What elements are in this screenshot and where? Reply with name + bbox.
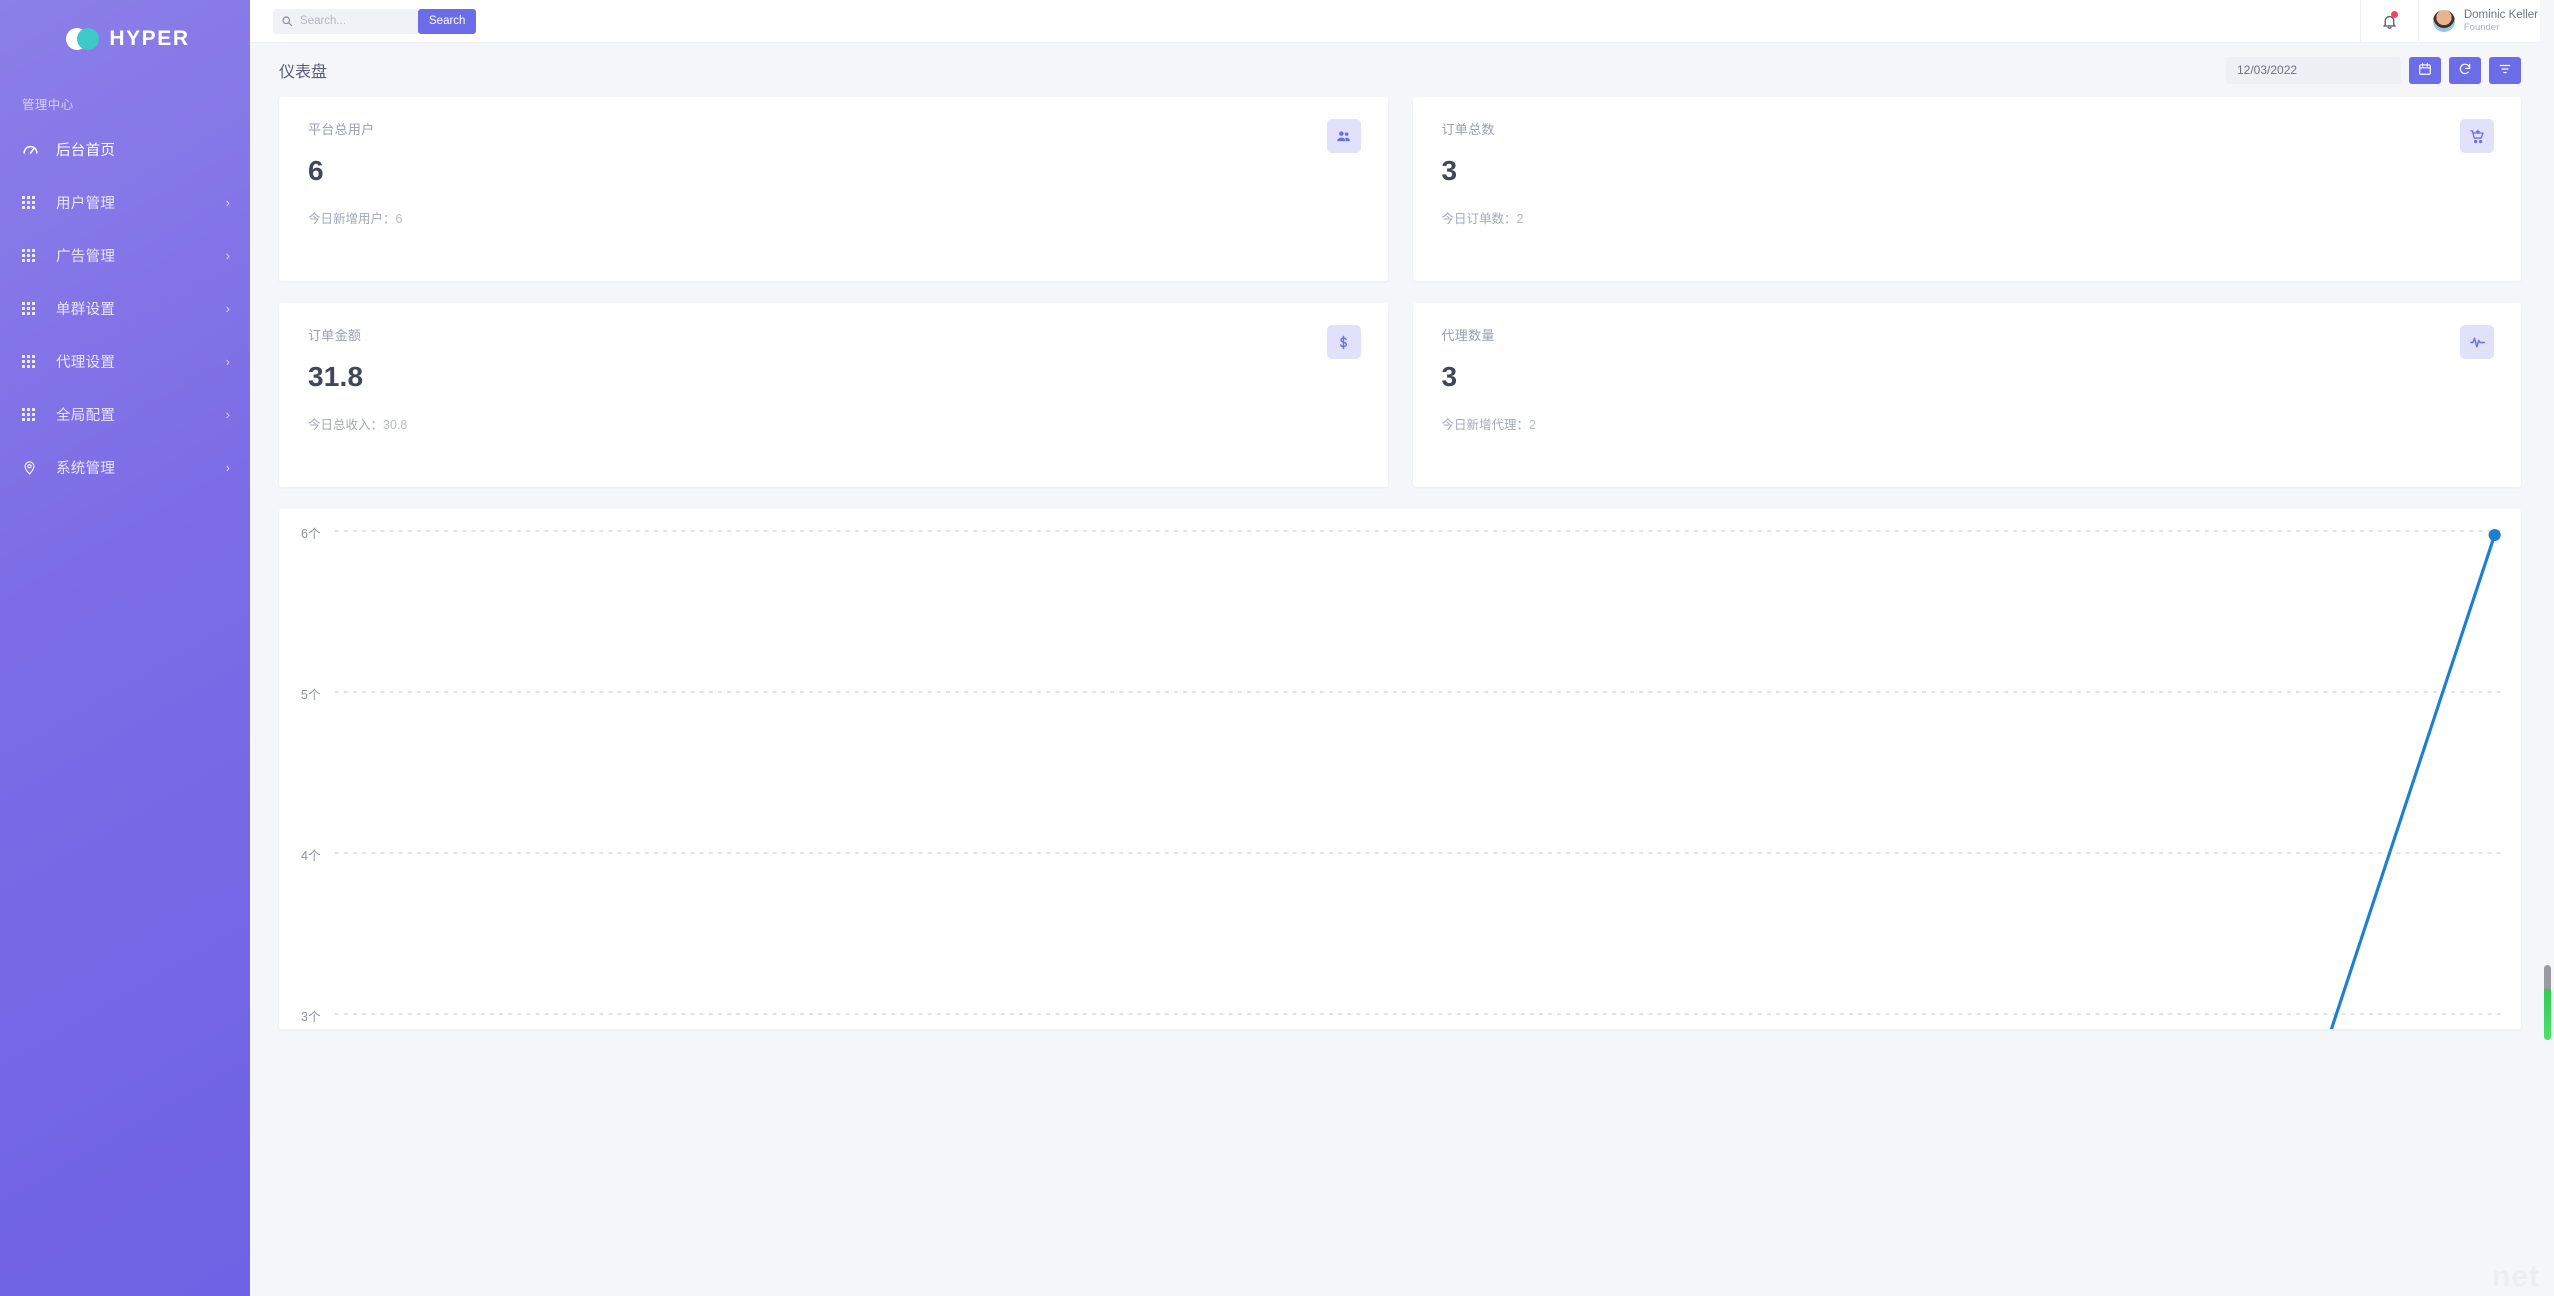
card-subtext: 今日新增代理：2 (1442, 414, 2496, 433)
search-group: Search (273, 8, 477, 34)
sidebar-item-dashboard[interactable]: 后台首页 (0, 123, 250, 176)
line-chart[interactable] (279, 509, 2521, 1029)
refresh-icon (2458, 62, 2472, 79)
dollar-icon (1326, 325, 1361, 359)
main-content: Search Dominic Keller Founder (250, 0, 2554, 1296)
chart-gridlines (334, 530, 2501, 1015)
topbar: Search Dominic Keller Founder (250, 0, 2554, 43)
stat-cards: 平台总用户 6 今日新增用户：6 订单总数 3 今日订单数：2 订单金额 31.… (250, 97, 2554, 487)
topbar-right: Dominic Keller Founder (2359, 0, 2554, 43)
grid-icon (22, 249, 44, 262)
sidebar-item-group-settings[interactable]: 单群设置 › (0, 282, 250, 335)
card-sub-value: 30.8 (383, 418, 408, 432)
card-label: 订单金额 (308, 328, 362, 343)
chevron-right-icon: › (225, 301, 230, 316)
chevron-right-icon: › (225, 248, 230, 263)
user-role: Founder (2463, 22, 2500, 34)
card-label: 代理数量 (1441, 328, 1495, 343)
sidebar-item-label: 代理设置 (56, 355, 116, 371)
y-tick-label: 5个 (301, 688, 321, 702)
notifications-button[interactable] (2359, 0, 2418, 43)
card-subtext: 今日总收入：30.8 (308, 414, 1362, 433)
sidebar-item-label: 系统管理 (56, 461, 116, 477)
chevron-right-icon: › (225, 460, 230, 475)
grid-icon (22, 408, 44, 421)
date-input[interactable]: 12/03/2022 (2226, 56, 2401, 84)
chart-series-line (2329, 529, 2501, 1029)
card-sub-label: 今日订单数： (1441, 212, 1517, 226)
card-value: 31.8 (308, 361, 364, 392)
user-name: Dominic Keller (2463, 8, 2538, 21)
card-value: 3 (1441, 361, 1458, 392)
card-label: 订单总数 (1441, 122, 1495, 137)
chevron-right-icon: › (225, 195, 230, 210)
page-header: 仪表盘 12/03/2022 (250, 43, 2554, 97)
page-title: 仪表盘 (279, 64, 328, 81)
search-input[interactable] (300, 15, 410, 27)
card-label: 平台总用户 (308, 122, 375, 137)
stat-card-total-users: 平台总用户 6 今日新增用户：6 (279, 97, 1388, 281)
sidebar-item-label: 广告管理 (56, 249, 116, 265)
card-sub-value: 2 (1516, 212, 1524, 226)
refresh-button[interactable] (2449, 56, 2481, 84)
filter-button[interactable] (2489, 56, 2521, 84)
brand-name: HYPER (109, 27, 190, 50)
sidebar: HYPER 管理中心 后台首页 用户管理 › 广告管理 › 单群设置 › 代理设… (0, 0, 250, 1296)
y-tick-label: 3个 (301, 1010, 321, 1024)
search-button[interactable]: Search (418, 8, 477, 34)
logo-mark-icon (66, 28, 100, 50)
chart-data-point (2488, 529, 2501, 541)
notification-badge (2390, 10, 2398, 18)
gauge-icon (22, 141, 44, 158)
search-field[interactable] (273, 8, 418, 34)
sidebar-item-label: 全局配置 (56, 408, 116, 424)
shopping-cart-icon (2460, 119, 2494, 153)
card-value: 3 (1441, 155, 1458, 186)
card-sub-label: 今日总收入： (308, 418, 384, 432)
app-root: HYPER 管理中心 后台首页 用户管理 › 广告管理 › 单群设置 › 代理设… (0, 0, 2554, 1296)
sidebar-item-system-management[interactable]: 系统管理 › (0, 441, 250, 494)
calendar-button[interactable] (2409, 56, 2441, 84)
y-tick-label: 6个 (301, 527, 321, 541)
sidebar-item-ad-management[interactable]: 广告管理 › (0, 229, 250, 282)
activity-icon (2460, 325, 2494, 359)
avatar (2432, 10, 2455, 32)
chevron-right-icon: › (225, 407, 230, 422)
grid-icon (22, 302, 44, 315)
user-info: Dominic Keller Founder (2464, 8, 2538, 34)
calendar-icon (2418, 62, 2432, 79)
brand-logo[interactable]: HYPER (0, 0, 250, 78)
stat-card-total-orders: 订单总数 3 今日订单数：2 (1412, 97, 2521, 281)
card-sub-label: 今日新增用户： (308, 212, 396, 226)
stat-card-agent-count: 代理数量 3 今日新增代理：2 (1412, 303, 2521, 487)
sidebar-item-label: 用户管理 (56, 196, 116, 212)
sidebar-item-label: 单群设置 (56, 302, 116, 318)
filter-icon (2498, 62, 2512, 79)
user-menu[interactable]: Dominic Keller Founder (2417, 0, 2554, 43)
grid-icon (22, 196, 44, 209)
card-subtext: 今日订单数：2 (1442, 208, 2496, 227)
y-tick-label: 4个 (301, 849, 321, 863)
card-sub-value: 2 (1529, 418, 1536, 432)
watermark: net (2492, 1260, 2540, 1293)
map-pin-icon (22, 460, 44, 475)
sidebar-item-agent-settings[interactable]: 代理设置 › (0, 335, 250, 388)
card-value: 6 (308, 155, 324, 186)
line-chart-panel: 6个 5个 4个 3个 (279, 509, 2521, 1029)
sidebar-item-user-management[interactable]: 用户管理 › (0, 176, 250, 229)
sidebar-item-global-config[interactable]: 全局配置 › (0, 388, 250, 441)
stat-card-order-amount: 订单金额 31.8 今日总收入：30.8 (279, 303, 1388, 487)
page-scrollbar-track[interactable] (2540, 0, 2554, 1296)
users-icon (1326, 119, 1361, 153)
chevron-right-icon: › (225, 354, 230, 369)
search-icon (281, 15, 293, 27)
header-tools: 12/03/2022 (2226, 56, 2521, 84)
card-subtext: 今日新增用户：6 (308, 208, 1362, 227)
card-sub-label: 今日新增代理： (1441, 418, 1530, 432)
sidebar-item-label: 后台首页 (56, 143, 116, 159)
card-sub-value: 6 (395, 212, 403, 226)
sidebar-section-title: 管理中心 (22, 98, 74, 112)
grid-icon (22, 355, 44, 368)
page-scrollbar-thumb[interactable] (2544, 965, 2551, 1040)
